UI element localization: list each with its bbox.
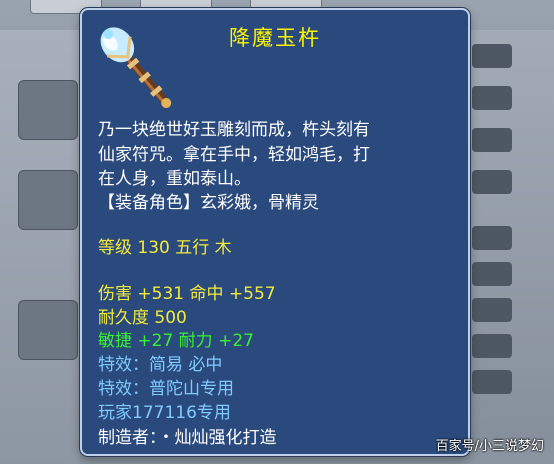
attack-stats: 伤害 +531 命中 +557 (98, 284, 276, 304)
maker-info: 制造者：・灿灿强化打造 (98, 428, 277, 448)
bonus-stats: 敏捷 +27 耐力 +27 (98, 331, 254, 351)
background-row (472, 262, 512, 286)
owner-restriction: 玩家177116专用 (98, 403, 231, 423)
background-slot (18, 300, 78, 360)
level-element-line: 等级 130 五行 木 (98, 238, 232, 258)
durability-stat: 耐久度 500 (98, 308, 187, 328)
equip-roles: 【装备角色】玄彩娥，骨精灵 (98, 193, 319, 213)
background-row (472, 170, 512, 194)
item-tooltip: 降魔玉杵 乃一块绝世好玉雕刻而成，杵头刻有 仙家符咒。拿在手中，轻如鸿毛，打 在… (80, 8, 470, 456)
background-row (472, 44, 512, 68)
item-description-line: 仙家符咒。拿在手中，轻如鸿毛，打 (98, 145, 370, 165)
background-row (472, 86, 512, 110)
background-slot (18, 80, 78, 140)
item-description-line: 在人身，重如泰山。 (98, 169, 251, 189)
special-effect: 特效：普陀山专用 (98, 379, 234, 399)
background-slot (18, 170, 78, 230)
background-row (472, 128, 512, 152)
watermark: 百家号/小三说梦幻 (435, 439, 544, 454)
item-name: 降魔玉杵 (229, 26, 321, 50)
item-description-line: 乃一块绝世好玉雕刻而成，杵头刻有 (98, 120, 370, 140)
background-row (472, 370, 512, 394)
background-row (472, 226, 512, 250)
background-row (472, 298, 512, 322)
background-row (472, 334, 512, 358)
special-effect: 特效：简易 必中 (98, 355, 223, 375)
